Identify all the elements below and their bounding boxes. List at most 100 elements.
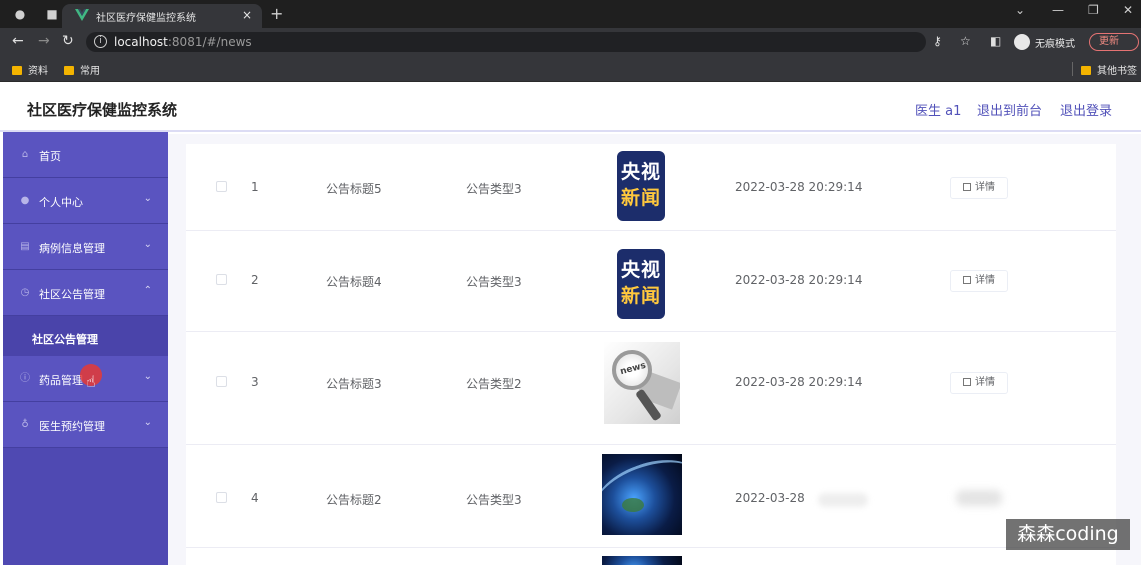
- row-checkbox[interactable]: [216, 376, 227, 387]
- sidebar-item-doctor-appointments[interactable]: ♁ 医生预约管理 ⌄: [3, 402, 168, 448]
- back-to-front-link[interactable]: 退出到前台: [977, 100, 1042, 119]
- minimize-icon[interactable]: —: [1052, 3, 1064, 17]
- chevron-down-icon: ⌄: [143, 371, 152, 382]
- announcement-date: 2022-03-28 20:29:14: [735, 180, 863, 194]
- other-bookmarks-label: 其他书签: [1097, 66, 1137, 77]
- url-path: :8081/#/news: [167, 35, 252, 49]
- sidebar-item-case-info[interactable]: ▤ 病例信息管理 ⌄: [3, 224, 168, 270]
- logo-text-line2: 新闻: [620, 187, 661, 209]
- back-icon[interactable]: ←: [12, 33, 24, 49]
- document-icon: [963, 183, 971, 191]
- incognito-label: 无痕模式: [1035, 39, 1075, 50]
- sidebar-item-label: 病例信息管理: [39, 242, 105, 255]
- blurred-detail-button: [956, 490, 1002, 506]
- star-icon[interactable]: ☆: [960, 34, 971, 48]
- detail-label: 详情: [975, 377, 995, 388]
- reload-icon[interactable]: ↻: [62, 33, 74, 49]
- sidebar: ⌂ 首页 ● 个人中心 ⌄ ▤ 病例信息管理 ⌄ ◷ 社区公告管理 ⌃ 社区公告…: [3, 132, 168, 565]
- announcement-title: 公告标题3: [326, 377, 382, 391]
- announcement-type: 公告类型3: [466, 182, 522, 196]
- url-text: localhost:8081/#/news: [114, 35, 252, 49]
- bookmark-folder-2[interactable]: 常用: [64, 62, 100, 77]
- folder-icon: [64, 66, 74, 75]
- tab-list-icon[interactable]: ■: [44, 6, 60, 22]
- announcement-title: 公告标题5: [326, 182, 382, 196]
- table-row: 1 公告标题5 公告类型3 央视 新闻 2022-03-28 20:29:14 …: [186, 144, 1116, 231]
- chevron-down-icon[interactable]: ⌄: [1015, 3, 1025, 17]
- detail-label: 详情: [975, 182, 995, 193]
- sidebar-item-home[interactable]: ⌂ 首页: [3, 132, 168, 178]
- blurred-region: [818, 493, 868, 507]
- url-host: localhost: [114, 35, 168, 49]
- row-checkbox[interactable]: [216, 274, 227, 285]
- watermark: 森森coding: [1006, 519, 1130, 550]
- browser-tab[interactable]: 社区医疗保健监控系统 ×: [62, 4, 262, 28]
- announcement-type: 公告类型3: [466, 275, 522, 289]
- sidebar-item-announcements[interactable]: ◷ 社区公告管理 ⌃: [3, 270, 168, 316]
- row-index: 3: [251, 375, 259, 389]
- hand-cursor-icon: ☝: [86, 372, 96, 391]
- bookmark-folder-1[interactable]: 资料: [12, 62, 48, 77]
- chevron-down-icon: ⌄: [143, 417, 152, 428]
- cctv-news-logo: 央视 新闻: [617, 249, 665, 319]
- site-info-icon[interactable]: i: [94, 35, 107, 48]
- browser-profile-icon[interactable]: ●: [12, 6, 28, 22]
- sidebar-item-label: 社区公告管理: [39, 288, 105, 301]
- announcement-title: 公告标题2: [326, 493, 382, 507]
- chevron-down-icon: ⌄: [143, 193, 152, 204]
- current-user: 医生 a1: [915, 104, 962, 119]
- table-row: 3 公告标题3 公告类型2 news 2022-03-28 20:29:14 详…: [186, 332, 1116, 445]
- forward-icon[interactable]: →: [38, 33, 50, 49]
- row-index: 1: [251, 180, 259, 194]
- url-field[interactable]: i localhost:8081/#/news: [86, 32, 926, 52]
- info-icon: ⓘ: [20, 373, 30, 384]
- sidebar-item-label: 医生预约管理: [39, 420, 105, 433]
- update-button[interactable]: 更新: [1089, 33, 1139, 51]
- row-checkbox[interactable]: [216, 492, 227, 503]
- globe-land: [622, 498, 644, 512]
- restore-icon[interactable]: ❐: [1088, 3, 1099, 17]
- sidebar-item-label: 个人中心: [39, 196, 83, 209]
- browser-tab-bar: ● ■ 社区医疗保健监控系统 × + ⌄ — ❐ ✕: [0, 0, 1141, 28]
- partial-row-image: [602, 556, 682, 565]
- table-row: 4 公告标题2 公告类型3 2022-03-28: [186, 445, 1116, 548]
- announcement-type: 公告类型3: [466, 493, 522, 507]
- announcement-date: 2022-03-28 20:29:14: [735, 273, 863, 287]
- detail-button[interactable]: 详情: [950, 177, 1008, 199]
- logo-text-line1: 央视: [620, 259, 661, 281]
- submenu-item-label: 社区公告管理: [32, 333, 98, 346]
- tab-title: 社区医疗保健监控系统: [96, 13, 196, 24]
- close-window-icon[interactable]: ✕: [1123, 3, 1133, 17]
- new-tab-button[interactable]: +: [270, 4, 283, 23]
- chevron-down-icon: ⌄: [143, 239, 152, 250]
- vue-logo-icon: [75, 9, 89, 21]
- announcement-table: 1 公告标题5 公告类型3 央视 新闻 2022-03-28 20:29:14 …: [186, 144, 1116, 565]
- bookmark-label: 常用: [80, 66, 100, 77]
- sidebar-item-label: 药品管理: [39, 374, 83, 387]
- submenu-item-announcements[interactable]: 社区公告管理: [3, 316, 168, 358]
- incognito-icon[interactable]: [1014, 34, 1030, 50]
- other-bookmarks[interactable]: 其他书签: [1081, 62, 1137, 77]
- key-icon[interactable]: ⚷: [933, 34, 942, 48]
- file-icon: ▤: [20, 241, 30, 252]
- folder-icon: [1081, 66, 1091, 75]
- row-index: 2: [251, 273, 259, 287]
- sidebar-item-personal-center[interactable]: ● 个人中心 ⌄: [3, 178, 168, 224]
- announcement-type: 公告类型2: [466, 377, 522, 391]
- logo-text-line2: 新闻: [620, 285, 661, 307]
- bookmark-label: 资料: [28, 66, 48, 77]
- home-icon: ⌂: [21, 149, 29, 160]
- news-magnifier-image: news: [604, 342, 680, 424]
- clock-icon: ◷: [20, 287, 30, 298]
- cctv-news-logo: 央视 新闻: [617, 151, 665, 221]
- logout-link[interactable]: 退出登录: [1060, 100, 1112, 119]
- row-index: 4: [251, 491, 259, 505]
- row-checkbox[interactable]: [216, 181, 227, 192]
- detail-button[interactable]: 详情: [950, 372, 1008, 394]
- bookmarks-bar: 资料 常用 其他书签: [0, 56, 1141, 82]
- detail-button[interactable]: 详情: [950, 270, 1008, 292]
- bulb-icon: ♁: [21, 419, 29, 430]
- user-icon: ●: [20, 195, 30, 206]
- sidepanel-icon[interactable]: ◧: [990, 34, 1001, 48]
- close-tab-icon[interactable]: ×: [242, 8, 252, 22]
